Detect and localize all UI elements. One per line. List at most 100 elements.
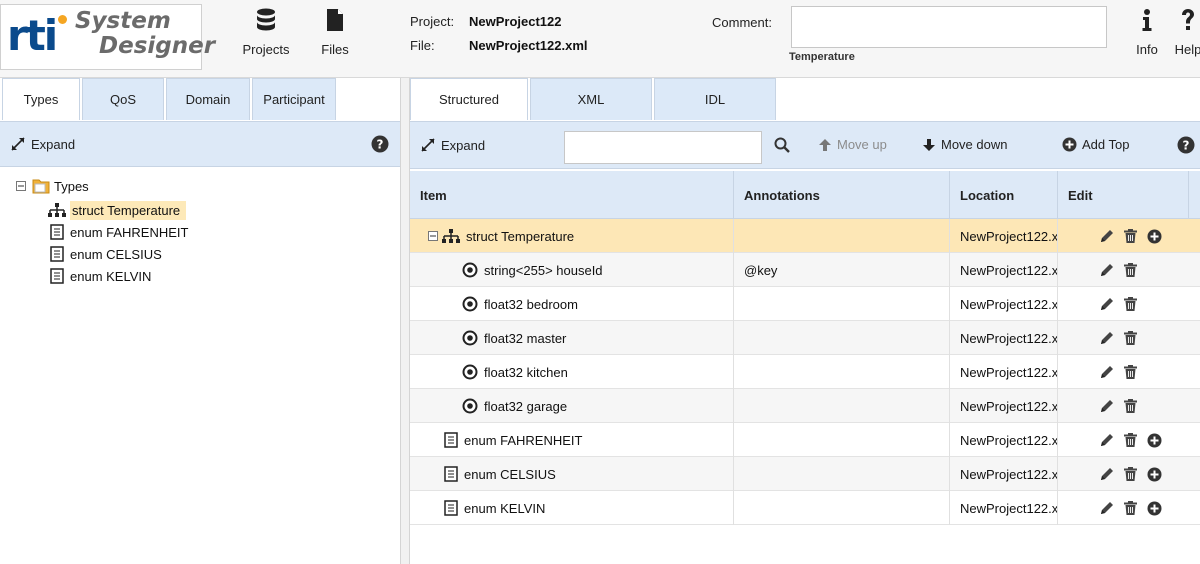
files-button[interactable]: Files <box>310 8 360 57</box>
plus-circle-icon <box>1147 433 1162 447</box>
cell-edit-actions <box>1058 457 1200 491</box>
delete-button[interactable] <box>1124 297 1137 311</box>
tree-item-struct-temperature[interactable]: struct Temperature <box>48 200 187 220</box>
edit-button[interactable] <box>1100 365 1114 379</box>
tree-item-enum-celsius[interactable]: enum CELSIUS <box>50 244 162 264</box>
left-help-button[interactable]: ? <box>371 135 394 153</box>
cell-annotation <box>734 219 950 253</box>
tab-types[interactable]: Types <box>2 78 80 120</box>
delete-button[interactable] <box>1124 467 1137 481</box>
help-circle-icon: ? <box>1177 136 1195 154</box>
column-header-location[interactable]: Location <box>950 171 1058 219</box>
edit-button[interactable] <box>1100 501 1114 515</box>
table-row[interactable]: enum CELSIUS NewProject122.xml <box>410 457 1200 491</box>
question-mark-icon <box>1182 9 1194 30</box>
tree-item-enum-kelvin[interactable]: enum KELVIN <box>50 266 151 286</box>
edit-button[interactable] <box>1100 263 1114 277</box>
move-down-button[interactable]: Move down <box>922 137 1007 152</box>
delete-button[interactable] <box>1124 263 1137 277</box>
item-icon <box>462 364 478 380</box>
trash-icon <box>1124 365 1137 379</box>
left-tab-bar: Types QoS Domain Participant <box>2 78 338 120</box>
delete-button[interactable] <box>1124 331 1137 345</box>
item-icon <box>444 432 458 448</box>
right-tab-bar: Structured XML IDL <box>410 78 778 120</box>
edit-button[interactable] <box>1100 399 1114 413</box>
collapse-toggle-icon[interactable] <box>428 231 438 241</box>
info-icon <box>1142 9 1152 31</box>
help-button[interactable]: Help <box>1168 8 1200 57</box>
item-label: string<255> houseId <box>484 262 603 278</box>
info-label: Info <box>1136 42 1158 57</box>
tree-root-types[interactable]: Types <box>16 176 89 196</box>
table-row[interactable]: enum FAHRENHEIT NewProject122.xml <box>410 423 1200 457</box>
delete-button[interactable] <box>1124 365 1137 379</box>
projects-label: Projects <box>242 42 290 57</box>
collapse-toggle-icon[interactable] <box>16 181 26 191</box>
edit-button[interactable] <box>1100 331 1114 345</box>
member-radio-icon <box>462 262 478 278</box>
table-row[interactable]: float32 kitchen NewProject122.xml <box>410 355 1200 389</box>
table-row[interactable]: struct Temperature NewProject122.xml <box>410 219 1200 253</box>
tab-xml[interactable]: XML <box>530 78 652 120</box>
delete-button[interactable] <box>1124 229 1137 243</box>
column-header-item[interactable]: Item <box>410 171 734 219</box>
add-child-button[interactable] <box>1147 433 1162 448</box>
add-child-button[interactable] <box>1147 467 1162 482</box>
comment-field[interactable] <box>791 6 1107 48</box>
trash-icon <box>1124 501 1137 515</box>
editor-help-button[interactable]: ? <box>1177 136 1200 154</box>
edit-button[interactable] <box>1100 467 1114 481</box>
add-top-button[interactable]: Add Top <box>1062 137 1129 152</box>
search-input[interactable] <box>564 131 762 164</box>
expand-all-button[interactable]: Expand <box>420 137 485 153</box>
pencil-icon <box>1101 332 1113 344</box>
cell-edit-actions <box>1058 355 1200 389</box>
enum-icon <box>50 224 64 240</box>
cell-annotation <box>734 491 950 525</box>
move-up-button[interactable]: Move up <box>818 137 887 152</box>
tab-domain[interactable]: Domain <box>166 78 250 120</box>
delete-button[interactable] <box>1124 501 1137 515</box>
item-icon <box>444 500 458 516</box>
table-row[interactable]: enum KELVIN NewProject122.xml <box>410 491 1200 525</box>
cell-item: enum FAHRENHEIT <box>410 423 734 457</box>
table-row[interactable]: float32 garage NewProject122.xml <box>410 389 1200 423</box>
item-icon <box>462 398 478 414</box>
member-radio-icon <box>462 398 478 414</box>
tab-participant[interactable]: Participant <box>252 78 336 120</box>
tab-idl[interactable]: IDL <box>654 78 776 120</box>
info-button[interactable]: Info <box>1130 8 1164 57</box>
expand-button[interactable]: Expand <box>10 136 75 152</box>
move-up-label: Move up <box>837 137 887 152</box>
tab-structured[interactable]: Structured <box>410 78 528 120</box>
pencil-icon <box>1101 468 1113 480</box>
search-button[interactable] <box>774 137 795 153</box>
cell-item: float32 master <box>410 321 734 355</box>
edit-button[interactable] <box>1100 433 1114 447</box>
cell-location: NewProject122.xml <box>950 321 1058 355</box>
delete-button[interactable] <box>1124 399 1137 413</box>
edit-button[interactable] <box>1100 297 1114 311</box>
tree-item-enum-fahrenheit[interactable]: enum FAHRENHEIT <box>50 222 188 242</box>
tree-item-label: enum FAHRENHEIT <box>70 224 189 240</box>
item-label: float32 garage <box>484 398 568 414</box>
type-editor-panel: Structured XML IDL Expand Move up Move d… <box>410 78 1200 564</box>
rti-logo: rti System Designer <box>0 4 215 70</box>
add-child-button[interactable] <box>1147 501 1162 516</box>
edit-button[interactable] <box>1100 229 1114 243</box>
comment-type-name: Temperature <box>789 51 855 63</box>
projects-button[interactable]: Projects <box>236 8 296 57</box>
comment-label: Comment: <box>712 15 772 30</box>
item-label: enum KELVIN <box>464 500 546 516</box>
panel-splitter[interactable] <box>400 78 410 564</box>
table-row[interactable]: string<255> houseId @keyNewProject122.xml <box>410 253 1200 287</box>
table-row[interactable]: float32 master NewProject122.xml <box>410 321 1200 355</box>
file-label: File: <box>410 38 435 53</box>
column-header-annotations[interactable]: Annotations <box>734 171 950 219</box>
delete-button[interactable] <box>1124 433 1137 447</box>
add-child-button[interactable] <box>1147 229 1162 244</box>
table-row[interactable]: float32 bedroom NewProject122.xml <box>410 287 1200 321</box>
arrow-down-icon <box>923 138 935 151</box>
tab-qos[interactable]: QoS <box>82 78 164 120</box>
